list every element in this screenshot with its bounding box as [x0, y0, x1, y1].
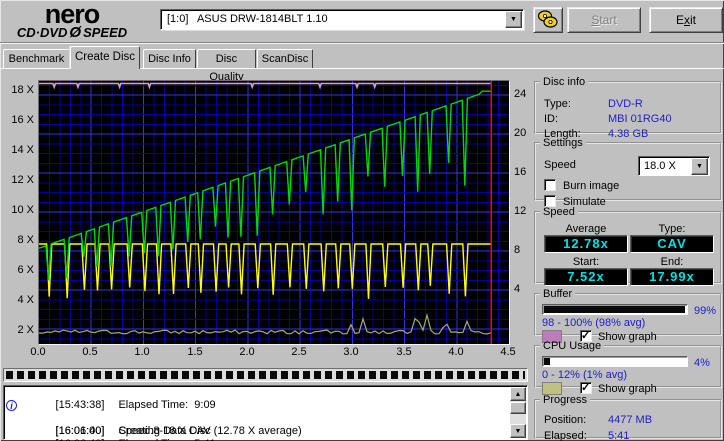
speed-graph-plot — [38, 80, 510, 345]
x-axis-tick: 4.5 — [500, 346, 516, 358]
nero-cd-dvd-speed-window: nero CD·DVD Ø SPEED [1:0] ASUS DRW-1814BLT… — [0, 0, 724, 441]
y-axis-left-tick: 2 X — [17, 324, 34, 336]
nero-logo-text: nero — [44, 0, 101, 29]
y-axis-right-tick: 20 — [514, 127, 527, 139]
speed-graph-svg — [38, 81, 509, 344]
y-axis-right-tick: 8 — [514, 244, 521, 256]
nero-logo: nero CD·DVD Ø SPEED — [6, 0, 138, 41]
tab-disc-info[interactable]: Disc Info — [143, 49, 196, 68]
drive-select-combobox[interactable]: [1:0] ASUS DRW-1814BLT 1.10 ▼ — [160, 9, 524, 30]
log-entry[interactable]: [16:06:40]Elapsed Time: 5:41 — [4, 425, 527, 441]
y-axis-left-tick: 14 X — [11, 144, 34, 156]
y-axis-left-tick: 6 X — [17, 264, 34, 276]
x-axis-tick: 2.5 — [291, 346, 307, 358]
log-entry[interactable]: [15:43:38] Elapsed Time: 9:09 — [4, 386, 527, 411]
y-axis-right-tick: 16 — [514, 166, 527, 178]
create-disc-tab-page: 18 X 16 X 14 X 12 X 10 X 8 X 6 X 4 X 2 X… — [0, 68, 724, 441]
y-axis-left-tick: 16 X — [11, 114, 34, 126]
tab-benchmark[interactable]: Benchmark — [3, 49, 70, 68]
combo-dropdown-arrow-icon[interactable]: ▼ — [505, 11, 522, 28]
y-axis-left-tick: 18 X — [11, 84, 34, 96]
log-scrollbar[interactable]: ▲ ▼ — [510, 387, 526, 438]
cd-dvd-speed-logo-text: CD·DVD Ø SPEED — [16, 24, 128, 41]
tab-scandisc[interactable]: ScanDisc — [257, 49, 313, 68]
tab-create-disc[interactable]: Create Disc — [70, 46, 140, 69]
disc-icon: Ø — [69, 24, 82, 41]
y-axis-left-tick: 12 X — [11, 174, 34, 186]
x-axis-tick: 2.0 — [239, 346, 255, 358]
info-icon: i — [6, 400, 17, 411]
x-axis-tick: 3.0 — [343, 346, 359, 358]
burn-progress-bar — [3, 368, 528, 382]
x-axis-tick: 1.5 — [187, 346, 203, 358]
exit-button[interactable]: Exit — [649, 7, 723, 33]
drive-name: [1:0] ASUS DRW-1814BLT 1.10 — [167, 13, 328, 25]
scroll-up-icon[interactable]: ▲ — [510, 387, 526, 401]
log-entry[interactable]: [16:06:40] Speed:8-18 X CAV (12.78 X aver… — [4, 412, 527, 437]
hand-disc-icon — [537, 10, 558, 28]
scroll-down-icon[interactable]: ▼ — [510, 424, 526, 438]
y-axis-left-tick: 10 X — [11, 204, 34, 216]
y-axis-left-tick: 4 X — [17, 294, 34, 306]
toolbar: nero CD·DVD Ø SPEED [1:0] ASUS DRW-1814BLT… — [0, 0, 724, 43]
x-axis-tick: 0.5 — [82, 346, 98, 358]
start-button[interactable]: Start — [567, 7, 641, 33]
x-axis-tick: 4.0 — [448, 346, 464, 358]
burn-progress-segments — [6, 371, 525, 379]
scrollbar-thumb[interactable] — [510, 402, 526, 414]
log-entry[interactable]: i [16:01:00] Creating Data Disc — [4, 399, 527, 437]
y-axis-right-tick: 12 — [514, 205, 527, 217]
event-log-listbox: [15:43:38] Elapsed Time: 9:09 i [16:01:00… — [3, 385, 528, 441]
y-axis-left-tick: 8 X — [17, 234, 34, 246]
y-axis-right-tick: 4 — [514, 283, 521, 295]
eject-hand-button[interactable] — [533, 7, 563, 33]
x-axis-tick: 1.0 — [134, 346, 150, 358]
x-axis-tick: 0.0 — [30, 346, 46, 358]
tab-disc-quality[interactable]: Disc Quality — [197, 49, 256, 83]
y-axis-right-tick: 24 — [514, 88, 527, 100]
x-axis-tick: 3.5 — [396, 346, 412, 358]
